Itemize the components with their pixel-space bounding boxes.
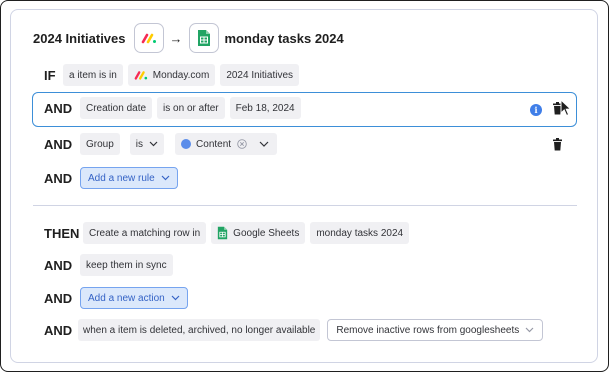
date-value-chip[interactable]: Feb 18, 2024	[229, 97, 301, 119]
then-row: THEN Create a matching row in Google She…	[44, 222, 410, 244]
sheet-chip[interactable]: monday tasks 2024	[310, 222, 410, 244]
sheets-app-box	[188, 23, 219, 53]
google-sheets-icon	[217, 226, 228, 240]
add-action-button[interactable]: Add a new action	[80, 287, 188, 309]
section-divider	[33, 205, 577, 206]
flow-arrow: →	[169, 30, 183, 46]
if-keyword: IF	[44, 67, 56, 83]
operator-chip[interactable]: is on or after	[157, 97, 225, 119]
chevron-down-icon	[149, 141, 158, 147]
action-chip[interactable]: Create a matching row in	[83, 222, 207, 244]
group-value-label: Content	[196, 138, 232, 150]
board-chip[interactable]: 2024 Initiatives	[220, 64, 300, 86]
and-keyword: AND	[44, 322, 73, 338]
clear-icon[interactable]	[237, 139, 247, 149]
operator-dropdown[interactable]: is	[129, 133, 165, 155]
chevron-down-icon	[171, 295, 180, 301]
target-sheet-title: monday tasks 2024	[224, 30, 344, 46]
and-keyword: AND	[44, 136, 73, 152]
app-chip-label: Monday.com	[152, 69, 210, 81]
monday-logo-icon	[134, 69, 148, 81]
info-icon[interactable]: i	[530, 104, 542, 116]
app-chip-sheets[interactable]: Google Sheets	[211, 222, 306, 244]
inactive-rows-select[interactable]: Remove inactive rows from googlesheets	[327, 319, 544, 341]
and-keyword: AND	[44, 170, 73, 186]
add-action-label: Add a new action	[88, 292, 165, 304]
monday-app-box	[133, 23, 164, 53]
add-rule-button[interactable]: Add a new rule	[80, 167, 178, 189]
and-keyword: AND	[44, 290, 73, 306]
source-board-title: 2024 Initiatives	[33, 30, 126, 46]
and-keyword: AND	[44, 257, 73, 273]
deletion-trigger-chip[interactable]: when a item is deleted, archived, no lon…	[78, 319, 321, 341]
automation-header: 2024 Initiatives → monday tasks 2024	[33, 22, 344, 54]
field-chip[interactable]: Group	[80, 133, 120, 155]
group-color-dot	[181, 139, 192, 149]
chevron-down-icon	[525, 327, 534, 333]
chevron-down-icon	[161, 175, 170, 181]
mouse-cursor-icon	[560, 99, 572, 117]
and-keyword: AND	[44, 100, 73, 116]
operator-label: is	[135, 138, 144, 150]
action-row-sync: AND keep them in sync	[44, 254, 173, 276]
field-chip[interactable]: Creation date	[80, 97, 153, 119]
if-row: IF a item is in Monday.com 2024 Initiati…	[44, 64, 300, 86]
google-sheets-icon	[197, 30, 210, 46]
group-value-dropdown[interactable]: Content	[175, 133, 278, 155]
condition-row-date: AND Creation date is on or after Feb 18,…	[44, 97, 301, 119]
app-chip-label: Google Sheets	[233, 227, 300, 239]
add-rule-row: AND Add a new rule	[44, 167, 178, 189]
inactive-rows-label: Remove inactive rows from googlesheets	[336, 324, 520, 336]
trigger-chip[interactable]: a item is in	[63, 64, 123, 86]
sync-chip[interactable]: keep them in sync	[80, 254, 173, 276]
action-row-inactive: AND when a item is deleted, archived, no…	[44, 319, 544, 341]
add-rule-label: Add a new rule	[88, 172, 155, 184]
monday-logo-icon	[141, 33, 156, 44]
chevron-down-icon	[259, 141, 269, 147]
then-keyword: THEN	[44, 225, 80, 241]
add-action-row: AND Add a new action	[44, 287, 188, 309]
trash-icon[interactable]	[552, 138, 563, 151]
app-chip-monday[interactable]: Monday.com	[127, 64, 216, 86]
condition-row-group: AND Group is Content	[44, 133, 278, 155]
